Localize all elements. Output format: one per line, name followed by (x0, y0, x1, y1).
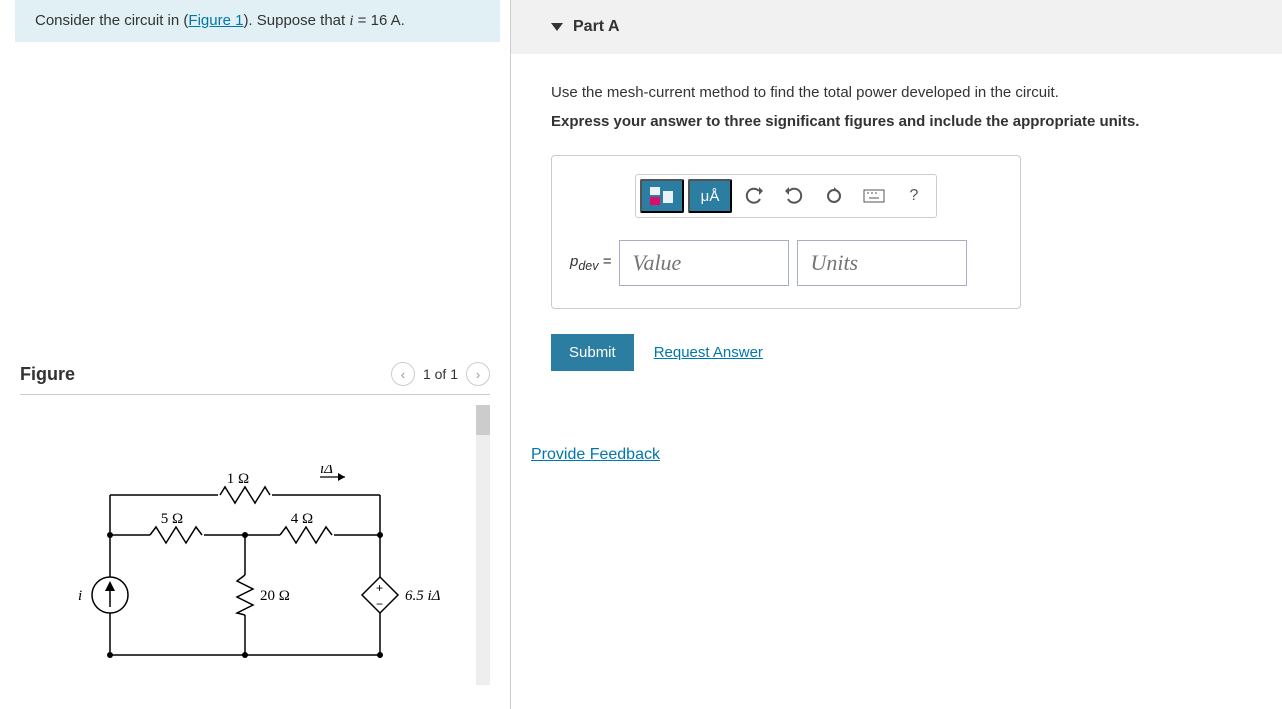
redo-button[interactable] (776, 179, 812, 213)
circuit-diagram: 1 Ω iΔ 5 Ω (50, 465, 470, 685)
undo-button[interactable] (736, 179, 772, 213)
part-title: Part A (573, 18, 620, 36)
svg-text:+: + (376, 581, 383, 595)
keyboard-icon (863, 189, 885, 203)
current-src-label: i (78, 588, 82, 604)
r-top-label: 1 Ω (227, 471, 249, 487)
templates-button[interactable] (640, 179, 684, 213)
r-right-label: 4 Ω (291, 511, 313, 527)
problem-statement: Consider the circuit in (Figure 1). Supp… (15, 0, 500, 42)
redo-icon (785, 187, 803, 205)
question-text: Use the mesh-current method to find the … (551, 84, 1242, 101)
problem-prefix: Consider the circuit in ( (35, 12, 188, 29)
help-button[interactable]: ? (896, 179, 932, 213)
templates-icon (648, 185, 676, 207)
submit-button[interactable]: Submit (551, 334, 634, 371)
problem-suffix: ). Suppose that (243, 12, 349, 29)
caret-down-icon (551, 23, 563, 31)
reset-icon (825, 187, 843, 205)
reset-button[interactable] (816, 179, 852, 213)
figure-scrollbar[interactable] (476, 405, 490, 685)
part-header[interactable]: Part A (511, 0, 1282, 54)
i-delta-top: iΔ (320, 465, 333, 477)
keyboard-button[interactable] (856, 179, 892, 213)
answer-box: μÅ ? pdev = (551, 155, 1021, 309)
figure-scroll-thumb[interactable] (476, 405, 490, 435)
request-answer-link[interactable]: Request Answer (654, 344, 763, 361)
r-left-label: 5 Ω (161, 511, 183, 527)
units-input[interactable] (797, 240, 967, 286)
figure-prev-button[interactable]: ‹ (391, 362, 415, 386)
r-mid-label: 20 Ω (260, 588, 290, 604)
provide-feedback-link[interactable]: Provide Feedback (531, 446, 1282, 464)
problem-eq: = 16 A. (354, 12, 405, 29)
figure-link[interactable]: Figure 1 (188, 12, 243, 29)
figure-next-button[interactable]: › (466, 362, 490, 386)
answer-label: pdev = (570, 253, 611, 273)
figure-title: Figure (20, 364, 75, 385)
answer-toolbar: μÅ ? (635, 174, 937, 218)
svg-text:−: − (376, 597, 383, 611)
units-symbols-button[interactable]: μÅ (688, 179, 732, 213)
figure-nav-count: 1 of 1 (423, 366, 458, 382)
question-instruction: Express your answer to three significant… (551, 113, 1242, 130)
value-input[interactable] (619, 240, 789, 286)
dep-src-label: 6.5 iΔ (405, 588, 441, 604)
undo-icon (745, 187, 763, 205)
